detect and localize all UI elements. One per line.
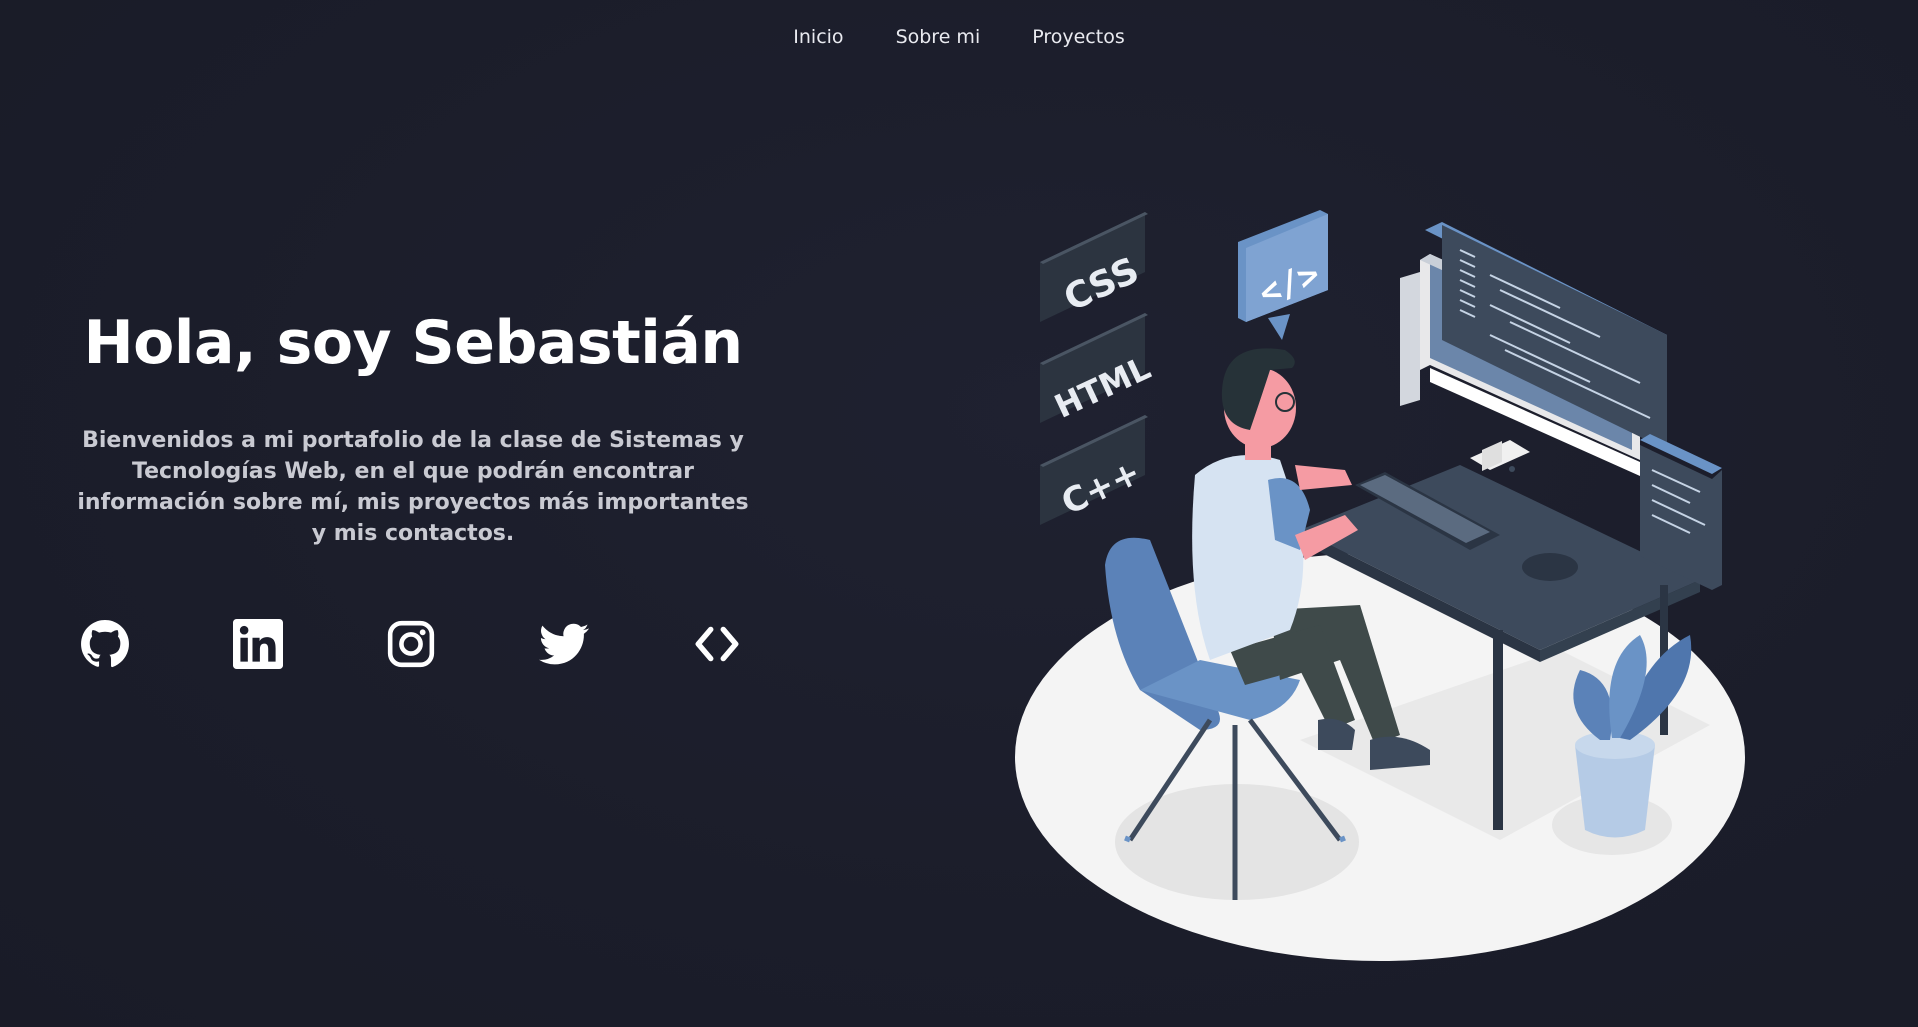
code-link[interactable]	[692, 619, 742, 669]
html-badge: HTML	[1040, 313, 1156, 426]
hero-title: Hola, soy Sebastián	[83, 308, 743, 378]
css-badge: CSS	[1040, 212, 1148, 322]
nav-link-sobre-mi[interactable]: Sobre mi	[870, 22, 1007, 52]
twitter-icon	[539, 623, 589, 665]
code-icon	[695, 626, 739, 662]
page: Inicio Sobre mi Proyectos Hola, soy Seba…	[0, 0, 1918, 1027]
cpp-badge: C++	[1040, 415, 1148, 525]
linkedin-icon	[233, 619, 283, 669]
nav-link-inicio[interactable]: Inicio	[767, 22, 869, 52]
developer-illustration: CSS HTML C++ </>	[1015, 210, 1745, 961]
nav-link-proyectos[interactable]: Proyectos	[1006, 22, 1151, 52]
social-links	[80, 619, 742, 669]
twitter-link[interactable]	[539, 619, 589, 669]
linkedin-link[interactable]	[233, 619, 283, 669]
monitor	[1400, 222, 1667, 476]
top-nav: Inicio Sobre mi Proyectos	[0, 22, 1918, 52]
github-icon	[81, 620, 129, 668]
instagram-icon	[387, 620, 435, 668]
github-link[interactable]	[80, 619, 130, 669]
mouse	[1522, 553, 1578, 581]
hero-description: Bienvenidos a mi portafolio de la clase …	[77, 428, 749, 546]
instagram-link[interactable]	[386, 619, 436, 669]
code-bubble: </>	[1238, 210, 1328, 340]
